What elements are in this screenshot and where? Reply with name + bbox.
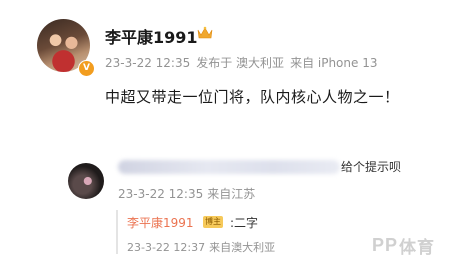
reply-date: 23-3-22 12:35 bbox=[118, 187, 204, 201]
nested-reply-date: 23-3-22 12:37 bbox=[127, 241, 206, 254]
reply-source: 来自江苏 bbox=[207, 187, 256, 201]
verified-badge: V bbox=[78, 60, 95, 77]
reply-text: 给个提示呗 bbox=[341, 160, 402, 174]
post-device: 来自 iPhone 13 bbox=[290, 56, 378, 70]
nested-reply-author[interactable]: 李平康1991 bbox=[127, 214, 194, 231]
watermark: PP 体育 bbox=[372, 233, 435, 258]
nested-reply-divider bbox=[116, 210, 118, 254]
post-meta: 23-3-22 12:35 发布于 澳大利亚 来自 iPhone 13 bbox=[105, 54, 377, 71]
crown-icon bbox=[197, 26, 213, 39]
author-name[interactable]: 李平康1991 bbox=[105, 24, 198, 48]
replier-avatar[interactable] bbox=[68, 163, 104, 199]
watermark-logo: PP bbox=[372, 235, 399, 255]
reply-meta: 23-3-22 12:35 来自江苏 bbox=[118, 185, 255, 202]
nested-reply-text: :二字 bbox=[230, 216, 259, 230]
post-location: 发布于 澳大利亚 bbox=[196, 56, 285, 70]
author-badge: 博主 bbox=[203, 216, 223, 228]
nested-reply-meta: 23-3-22 12:37 来自澳大利亚 bbox=[127, 239, 275, 255]
redacted-reply-text bbox=[118, 160, 340, 174]
post-date[interactable]: 23-3-22 12:35 bbox=[105, 56, 190, 70]
watermark-text: 体育 bbox=[399, 238, 436, 257]
post-content: 中超又带走一位门将，队内核心人物之一！ bbox=[105, 88, 400, 106]
nested-reply-source: 来自澳大利亚 bbox=[209, 241, 276, 254]
